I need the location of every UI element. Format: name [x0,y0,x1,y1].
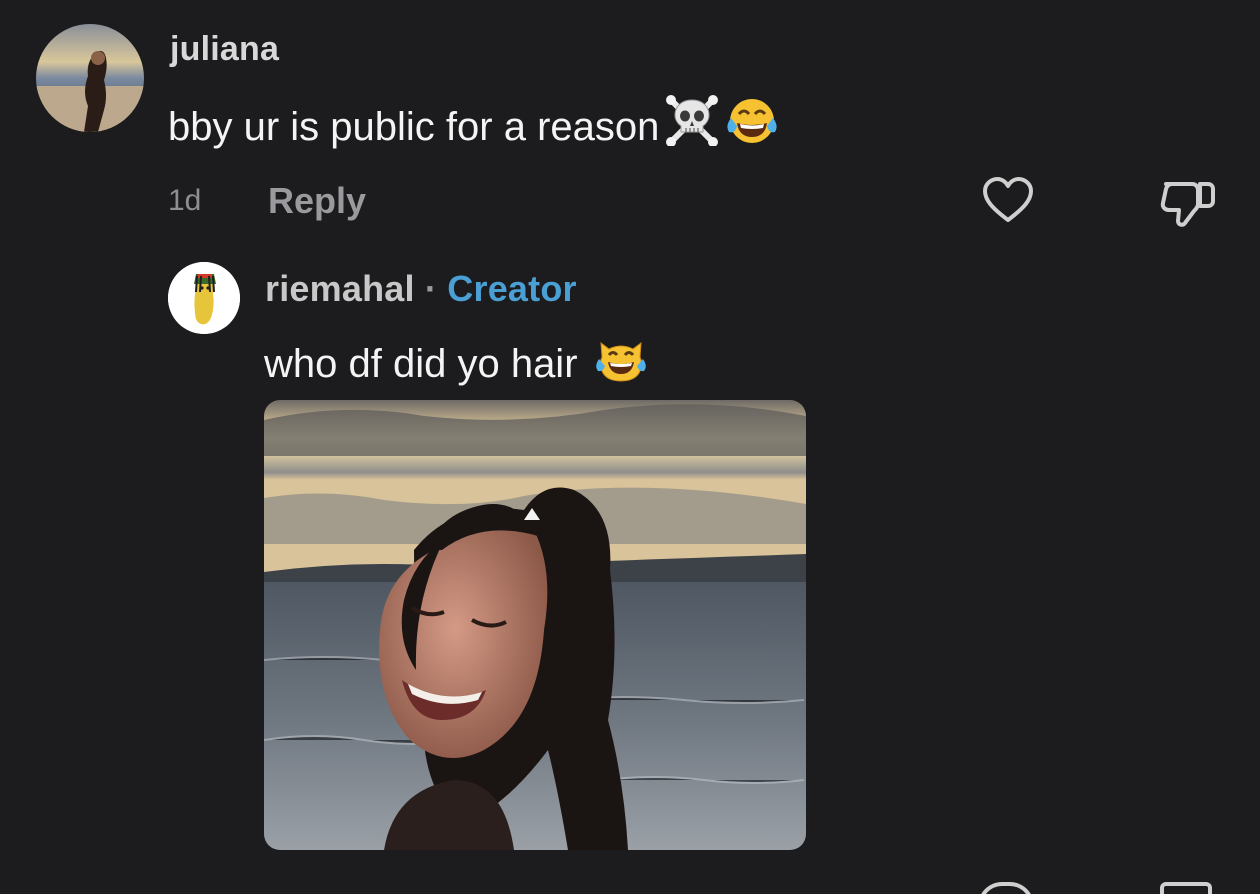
comment-text: bby ur is public for a reason [168,94,779,150]
reply-text: who df did yo hair [264,333,647,387]
reply-photo[interactable] [264,400,806,850]
skull-crossbones-emoji [665,94,719,146]
reply-button[interactable]: Reply [268,180,366,222]
separator-dot: · [424,268,438,309]
reply-username[interactable]: riemahal [265,268,415,309]
cat-tears-of-joy-emoji [595,333,647,383]
reply-body: who df did yo hair [264,342,578,386]
creator-badge: Creator [447,268,577,309]
avatar-riemahal[interactable] [168,262,240,334]
dislike-button[interactable] [1160,178,1216,228]
partial-like-icon [978,882,1034,894]
tears-of-joy-emoji [725,96,779,146]
comment-body: bby ur is public for a reason [168,105,660,149]
like-button[interactable] [982,176,1034,224]
partial-dislike-icon [1160,882,1212,894]
heart-icon [982,176,1034,224]
comment-timestamp: 1d [168,184,202,217]
next-row-partial [264,880,1224,894]
comment-username[interactable]: juliana [170,30,279,69]
thumbs-down-icon [1160,178,1216,228]
reply-username-line: riemahal · Creator [265,268,577,310]
avatar-juliana[interactable] [36,24,144,132]
